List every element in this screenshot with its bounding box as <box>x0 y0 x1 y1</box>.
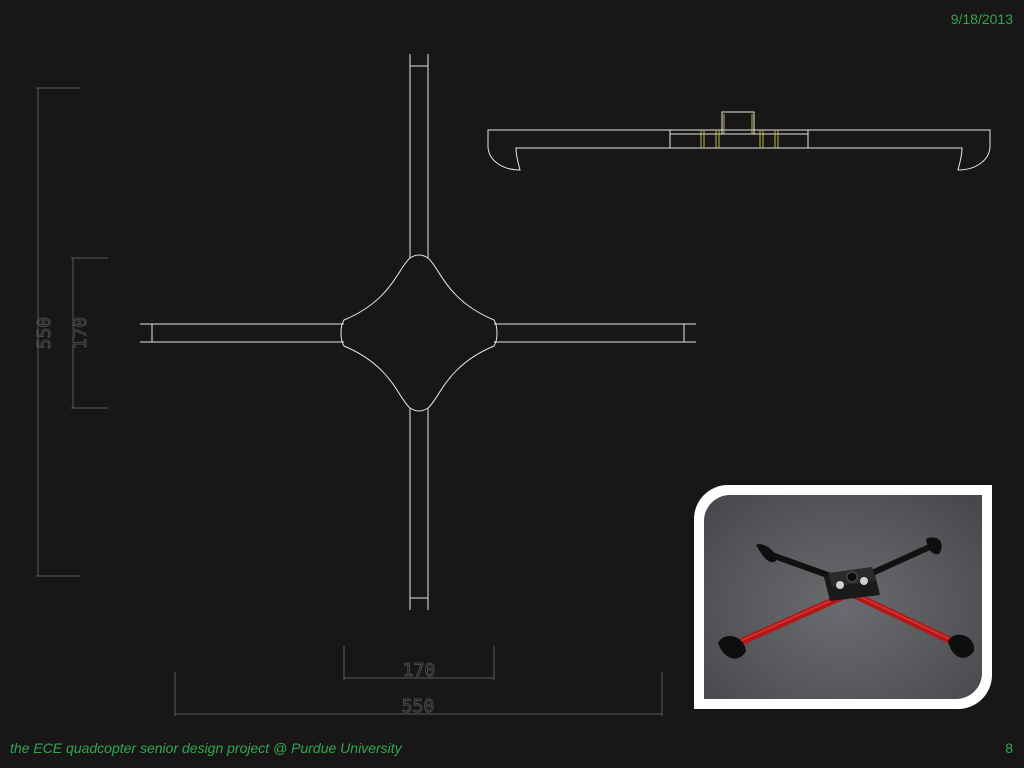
quadcopter-image <box>718 537 975 659</box>
quadcopter-photo <box>704 495 982 699</box>
side-view-standoffs <box>700 114 779 148</box>
frame-side-view <box>487 111 991 171</box>
dim-center-horizontal: 170 <box>403 660 436 681</box>
dimension-lines <box>36 87 663 716</box>
dim-overall-horizontal: 550 <box>402 696 435 717</box>
frame-top-view <box>140 54 696 610</box>
footer-text: the ECE quadcopter senior design project… <box>10 740 402 756</box>
dim-center-vertical: 170 <box>70 317 91 350</box>
page-number: 8 <box>1005 740 1013 756</box>
dimension-labels: 550 170 170 550 <box>34 316 436 717</box>
quadcopter-photo-frame <box>694 485 992 709</box>
dim-overall-vertical: 550 <box>34 317 55 350</box>
